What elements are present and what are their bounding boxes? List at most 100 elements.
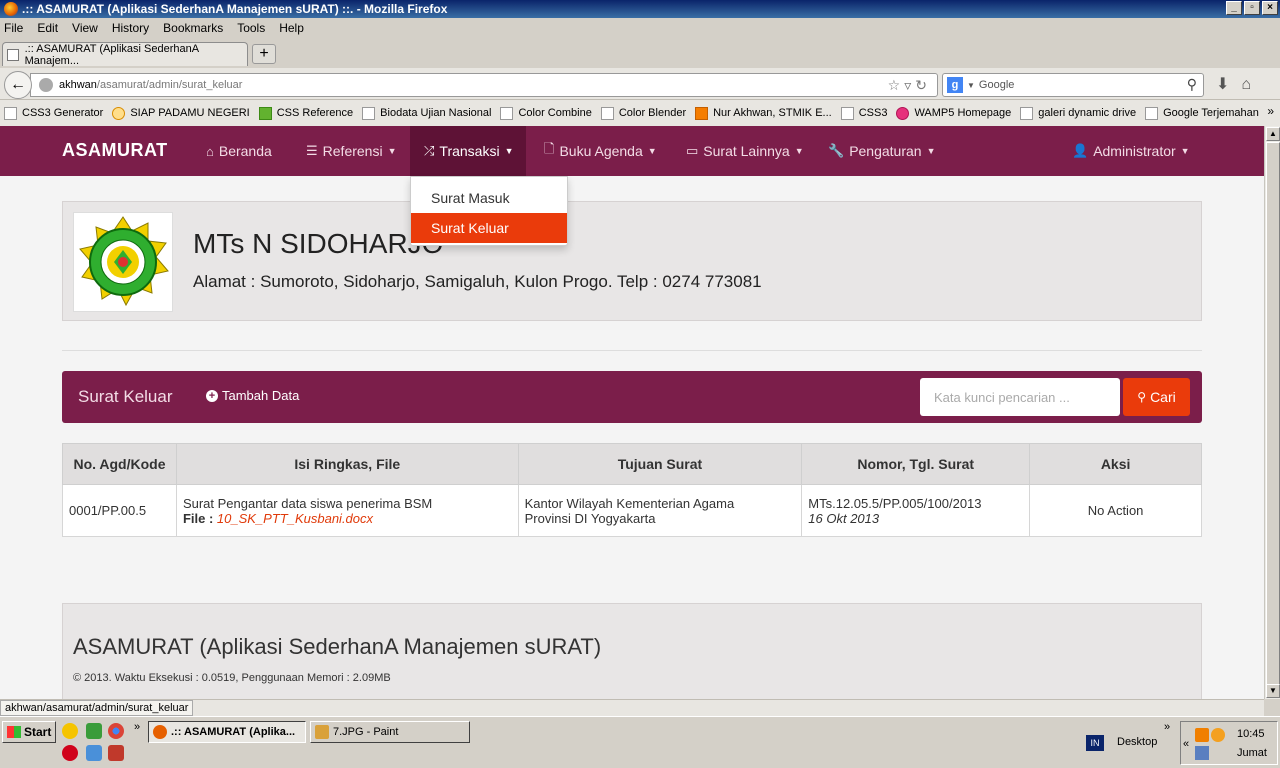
- network-icon[interactable]: [1195, 746, 1209, 760]
- windows-logo-icon: [7, 726, 21, 738]
- close-button[interactable]: ×: [1262, 1, 1278, 15]
- panel-title: Surat Keluar: [78, 387, 173, 406]
- system-tray: « 10:45 Jumat: [1180, 721, 1278, 765]
- status-corner: [1264, 699, 1280, 716]
- home-icon[interactable]: ⌂: [1241, 76, 1263, 93]
- footer-meta: © 2013. Waktu Eksekusi : 0.0519, Penggun…: [73, 672, 391, 684]
- messenger-icon[interactable]: [62, 723, 78, 739]
- address-bar[interactable]: akhwan/asamurat/admin/surat_keluar ☆▿↻: [30, 73, 938, 97]
- bookmark-item[interactable]: Biodata Ujian Nasional: [362, 106, 491, 120]
- nav-transaksi[interactable]: ⤮ Transaksi ▼: [410, 126, 526, 176]
- scroll-up-icon[interactable]: ▲: [1266, 127, 1280, 141]
- quicklaunch-app-icon[interactable]: [86, 745, 102, 761]
- menu-file[interactable]: File: [4, 21, 23, 35]
- page-icon: [7, 48, 19, 61]
- page-footer: ASAMURAT (Aplikasi SederhanA Manajemen s…: [62, 603, 1202, 699]
- list-icon: ☰: [306, 143, 318, 158]
- bookmark-item[interactable]: Google Terjemahan: [1145, 106, 1259, 120]
- tambah-data-button[interactable]: + Tambah Data: [206, 388, 299, 403]
- dropdown-surat-keluar[interactable]: Surat Keluar: [411, 213, 567, 243]
- nav-pengaturan[interactable]: 🔧 Pengaturan ▼: [814, 126, 950, 176]
- bookmark-item[interactable]: CSS Reference: [258, 106, 353, 120]
- tray-expand-icon[interactable]: «: [1183, 738, 1189, 750]
- chevron-right-icon[interactable]: »: [1164, 721, 1170, 733]
- new-tab-button[interactable]: +: [252, 44, 276, 64]
- reload-icon[interactable]: ↻: [915, 77, 931, 93]
- scroll-thumb[interactable]: [1266, 142, 1280, 687]
- bookmark-item[interactable]: CSS3: [840, 106, 887, 120]
- chevron-right-icon[interactable]: »: [1267, 104, 1274, 118]
- quicklaunch-app-icon[interactable]: [86, 723, 102, 739]
- start-button[interactable]: Start: [2, 721, 56, 743]
- menu-history[interactable]: History: [112, 21, 149, 35]
- menu-view[interactable]: View: [72, 21, 98, 35]
- nav-referensi[interactable]: ☰ Referensi ▼: [292, 126, 411, 176]
- dropdown-arrow-icon[interactable]: ▿: [904, 77, 915, 93]
- status-url: akhwan/asamurat/admin/surat_keluar: [0, 700, 194, 716]
- file-label: File :: [182, 510, 214, 526]
- tanggal-surat: 16 Okt 2013: [808, 510, 880, 526]
- language-indicator[interactable]: IN: [1086, 735, 1104, 751]
- chevron-down-icon[interactable]: ▼: [967, 81, 975, 90]
- url-actions: ☆▿↻: [888, 77, 931, 94]
- nav-buku-agenda[interactable]: 🗋 Buku Agenda ▼: [530, 126, 671, 176]
- nav-beranda[interactable]: ⌂ Beranda: [192, 126, 286, 176]
- bookmark-item[interactable]: Color Blender: [600, 106, 686, 120]
- browser-tab[interactable]: .:: ASAMURAT (Aplikasi SederhanA Manajem…: [2, 42, 248, 67]
- status-bar: akhwan/asamurat/admin/surat_keluar: [0, 699, 1264, 716]
- menu-tools[interactable]: Tools: [237, 21, 265, 35]
- desktop-toolbar[interactable]: Desktop: [1117, 736, 1157, 748]
- bookmark-item[interactable]: Color Combine: [500, 106, 592, 120]
- toolbar-icons: ⬇⌂: [1216, 74, 1263, 94]
- nav-surat-lainnya[interactable]: ▭ Surat Lainnya ▼: [672, 126, 818, 176]
- url-host: akhwan: [59, 79, 97, 91]
- bookmark-item[interactable]: CSS3 Generator: [4, 106, 103, 120]
- vertical-scrollbar[interactable]: ▲ ▼: [1264, 126, 1280, 699]
- cari-button[interactable]: ⚲ Cari: [1123, 378, 1190, 416]
- nav-administrator[interactable]: 👤 Administrator ▼: [1058, 126, 1204, 176]
- file-link[interactable]: 10_SK_PTT_Kusbani.docx: [217, 511, 373, 526]
- column-header: Nomor, Tgl. Surat: [801, 443, 1031, 485]
- briefcase-icon: ▭: [686, 143, 699, 158]
- menu-bookmarks[interactable]: Bookmarks: [163, 21, 223, 35]
- opera-icon[interactable]: [62, 745, 78, 761]
- quicklaunch-chevron-icon[interactable]: »: [134, 721, 140, 733]
- media-player-icon[interactable]: [1195, 728, 1209, 742]
- bookmark-item[interactable]: WAMP5 Homepage: [896, 106, 1011, 120]
- tray-app-icon[interactable]: [1211, 728, 1225, 742]
- table-header-row: No. Agd/Kode Isi Ringkas, File Tujuan Su…: [62, 443, 1202, 485]
- taskbar-firefox[interactable]: .:: ASAMURAT (Aplika...: [148, 721, 306, 743]
- search-bar[interactable]: g ▼ Google ⚲: [942, 73, 1204, 97]
- bookmark-item[interactable]: galeri dynamic drive: [1020, 106, 1136, 120]
- tab-strip: .:: ASAMURAT (Aplikasi SederhanA Manajem…: [0, 38, 1280, 68]
- menu-edit[interactable]: Edit: [37, 21, 58, 35]
- search-icon: ⚲: [1137, 390, 1147, 404]
- school-address: Alamat : Sumoroto, Sidoharjo, Samigaluh,…: [193, 272, 762, 291]
- minimize-button[interactable]: _: [1226, 1, 1242, 15]
- blogger-icon: [695, 106, 709, 120]
- star-icon[interactable]: ☆: [888, 77, 905, 93]
- bookmark-item[interactable]: SIAP PADAMU NEGERI: [112, 106, 250, 120]
- paint-icon: [315, 725, 329, 739]
- caret-down-icon: ▼: [647, 146, 657, 156]
- restore-button[interactable]: ▫: [1244, 1, 1260, 15]
- bookmark-item[interactable]: Nur Akhwan, STMIK E...: [695, 106, 832, 120]
- chrome-icon[interactable]: [108, 723, 124, 739]
- page-icon: [1020, 106, 1034, 120]
- dropdown-surat-masuk[interactable]: Surat Masuk: [411, 183, 567, 213]
- globe-icon: [39, 78, 53, 92]
- site-brand[interactable]: ASAMURAT: [62, 140, 168, 161]
- clock-time[interactable]: 10:45: [1237, 728, 1265, 740]
- taskbar-paint[interactable]: 7.JPG - Paint: [310, 721, 470, 743]
- page-icon: [362, 106, 376, 120]
- quicklaunch-app-icon[interactable]: [108, 745, 124, 761]
- scroll-down-icon[interactable]: ▼: [1266, 684, 1280, 698]
- search-input[interactable]: [920, 378, 1120, 416]
- search-icon[interactable]: ⚲: [1187, 76, 1197, 93]
- tujuan-line: Kantor Wilayah Kementerian Agama: [524, 495, 735, 511]
- menu-help[interactable]: Help: [279, 21, 304, 35]
- download-icon[interactable]: ⬇: [1216, 76, 1241, 93]
- column-header: No. Agd/Kode: [62, 443, 177, 485]
- back-button[interactable]: ←: [4, 71, 32, 99]
- cell-kode: 0001/PP.00.5: [62, 484, 177, 537]
